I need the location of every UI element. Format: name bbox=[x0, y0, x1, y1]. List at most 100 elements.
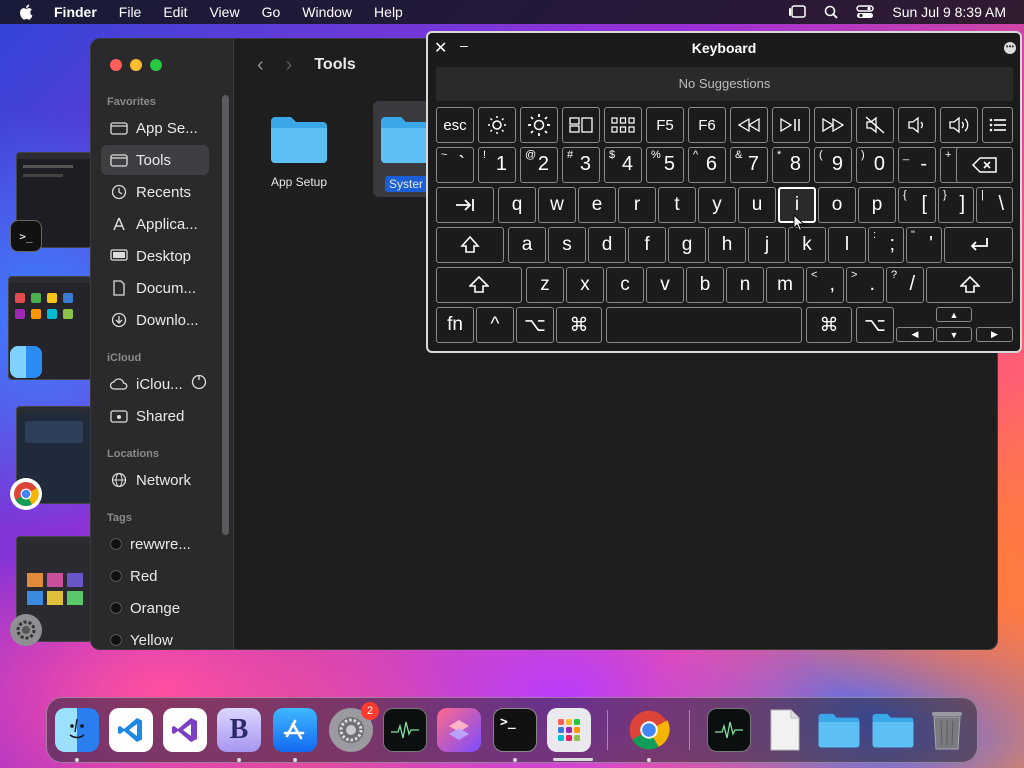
list-menu-icon[interactable] bbox=[982, 107, 1013, 143]
key-command-right[interactable]: ⌘ bbox=[806, 307, 852, 343]
key-8[interactable]: * 8 bbox=[772, 147, 810, 183]
key-m[interactable]: m bbox=[766, 267, 804, 303]
key-t[interactable]: t bbox=[658, 187, 696, 223]
key-backslash[interactable]: | \ bbox=[976, 187, 1013, 223]
key-o[interactable]: o bbox=[818, 187, 856, 223]
sidebar-item-desktop[interactable]: Desktop bbox=[101, 241, 209, 271]
menu-file[interactable]: File bbox=[119, 4, 142, 20]
menu-edit[interactable]: Edit bbox=[163, 4, 187, 20]
key-open-bracket[interactable]: {[ bbox=[898, 187, 936, 223]
key-a[interactable]: a bbox=[508, 227, 546, 263]
delete-icon[interactable] bbox=[956, 147, 1013, 183]
key-option-left[interactable]: ⌥ bbox=[516, 307, 554, 343]
control-center-icon[interactable] bbox=[856, 5, 875, 19]
bbedit-icon[interactable]: B bbox=[217, 708, 261, 752]
rewind-icon[interactable] bbox=[730, 107, 768, 143]
key-minus[interactable]: _ - bbox=[898, 147, 936, 183]
key-period[interactable]: >. bbox=[846, 267, 884, 303]
system-settings-icon[interactable]: 2 bbox=[329, 702, 379, 752]
forward-arrow-icon[interactable]: › bbox=[286, 54, 293, 77]
arrow-right-icon[interactable]: ▶ bbox=[976, 327, 1013, 342]
key-fn[interactable]: fn bbox=[436, 307, 474, 343]
key-s[interactable]: s bbox=[548, 227, 586, 263]
key-3[interactable]: #3 bbox=[562, 147, 600, 183]
key-k[interactable]: k bbox=[788, 227, 826, 263]
mission-control-icon[interactable] bbox=[562, 107, 600, 143]
tab-icon[interactable] bbox=[436, 187, 494, 223]
fast-forward-icon[interactable] bbox=[814, 107, 852, 143]
chrome-icon[interactable] bbox=[627, 708, 671, 752]
zoom-button[interactable] bbox=[150, 59, 162, 71]
folder-item-app-setup[interactable]: App Setup bbox=[249, 113, 349, 189]
vscode-icon[interactable] bbox=[109, 708, 153, 752]
document-icon[interactable] bbox=[763, 708, 807, 752]
key-6[interactable]: ^ 6 bbox=[688, 147, 726, 183]
shift-right-icon[interactable] bbox=[926, 267, 1013, 303]
key-w[interactable]: w bbox=[538, 187, 576, 223]
sidebar-item-tools[interactable]: Tools bbox=[101, 145, 209, 175]
key-b[interactable]: b bbox=[686, 267, 724, 303]
key-q[interactable]: q bbox=[498, 187, 536, 223]
key-f5[interactable]: F5 bbox=[646, 107, 684, 143]
key-option-right[interactable]: ⌥ bbox=[856, 307, 894, 343]
sidebar-item-documents[interactable]: Docum... bbox=[101, 273, 209, 303]
trash-icon[interactable] bbox=[925, 708, 969, 752]
sidebar-item-shared[interactable]: Shared bbox=[101, 401, 209, 431]
app-store-icon[interactable] bbox=[273, 708, 317, 752]
close-button[interactable] bbox=[110, 59, 122, 71]
key-f6[interactable]: F6 bbox=[688, 107, 726, 143]
activity-monitor-2-icon[interactable] bbox=[707, 708, 751, 752]
back-arrow-icon[interactable]: ‹ bbox=[257, 54, 264, 77]
brightness-down-icon[interactable] bbox=[478, 107, 516, 143]
key-n[interactable]: n bbox=[726, 267, 764, 303]
launchpad-icon[interactable] bbox=[604, 107, 642, 143]
key-1[interactable]: ! 1 bbox=[478, 147, 516, 183]
shift-left-icon[interactable] bbox=[436, 267, 522, 303]
sidebar-tag-yellow[interactable]: Yellow bbox=[101, 625, 209, 649]
key-y[interactable]: y bbox=[698, 187, 736, 223]
sidebar-item-app-setup[interactable]: App Se... bbox=[101, 113, 209, 143]
key-control[interactable]: ^ bbox=[476, 307, 514, 343]
menu-clock[interactable]: Sun Jul 9 8:39 AM bbox=[892, 4, 1006, 20]
downloads-folder-icon[interactable] bbox=[871, 708, 915, 752]
volume-up-icon[interactable] bbox=[940, 107, 978, 143]
key-r[interactable]: r bbox=[618, 187, 656, 223]
key-quote[interactable]: " ' bbox=[906, 227, 942, 263]
arrow-left-icon[interactable]: ◀ bbox=[896, 327, 934, 342]
menu-go[interactable]: Go bbox=[262, 4, 281, 20]
apple-icon[interactable] bbox=[18, 3, 36, 21]
key-e[interactable]: e bbox=[578, 187, 616, 223]
key-backtick[interactable]: ~ ` bbox=[436, 147, 474, 183]
folder-icon[interactable] bbox=[817, 708, 861, 752]
key-h[interactable]: h bbox=[708, 227, 746, 263]
key-command-left[interactable]: ⌘ bbox=[556, 307, 602, 343]
key-p[interactable]: p bbox=[858, 187, 896, 223]
key-v[interactable]: v bbox=[646, 267, 684, 303]
key-comma[interactable]: <, bbox=[806, 267, 844, 303]
brightness-up-icon[interactable] bbox=[520, 107, 558, 143]
key-f[interactable]: f bbox=[628, 227, 666, 263]
return-icon[interactable] bbox=[944, 227, 1013, 263]
key-d[interactable]: d bbox=[588, 227, 626, 263]
caps-lock-icon[interactable] bbox=[436, 227, 504, 263]
volume-down-icon[interactable] bbox=[898, 107, 936, 143]
finder-icon[interactable] bbox=[55, 708, 99, 752]
terminal-icon[interactable]: >_ bbox=[493, 708, 537, 752]
key-5[interactable]: % 5 bbox=[646, 147, 684, 183]
key-slash[interactable]: ? / bbox=[886, 267, 924, 303]
arrow-up-icon[interactable]: ▲ bbox=[936, 307, 972, 322]
sidebar-item-icloud-drive[interactable]: iClou... bbox=[101, 369, 209, 399]
key-g[interactable]: g bbox=[668, 227, 706, 263]
launchpad-icon[interactable] bbox=[547, 708, 591, 752]
sidebar-tag-orange[interactable]: Orange bbox=[101, 593, 209, 623]
key-semicolon[interactable]: :; bbox=[868, 227, 904, 263]
sidebar-item-network[interactable]: Network bbox=[101, 465, 209, 495]
menu-help[interactable]: Help bbox=[374, 4, 403, 20]
menu-app-name[interactable]: Finder bbox=[54, 4, 97, 20]
search-icon[interactable] bbox=[824, 5, 838, 19]
activity-monitor-icon[interactable] bbox=[383, 708, 427, 752]
sidebar-item-applications[interactable]: Applica... bbox=[101, 209, 209, 239]
key-close-bracket[interactable]: }] bbox=[938, 187, 974, 223]
minimize-button[interactable] bbox=[130, 59, 142, 71]
sidebar-tag-rewwre[interactable]: rewwre... bbox=[101, 529, 209, 559]
